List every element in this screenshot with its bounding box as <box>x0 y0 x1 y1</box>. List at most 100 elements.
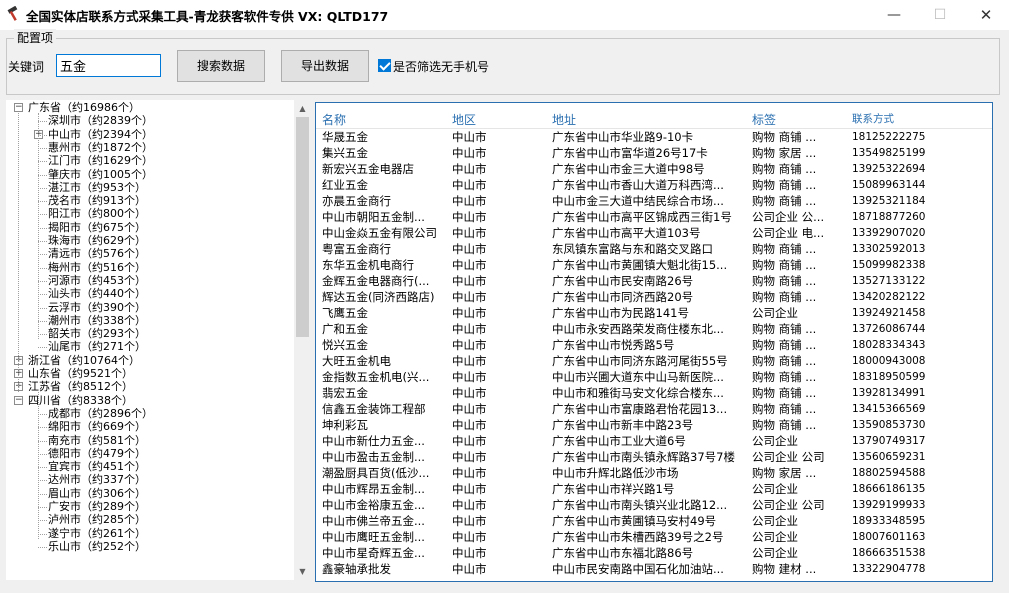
tree-connector <box>38 453 47 455</box>
tree-horizontal-scrollbar[interactable] <box>6 580 311 590</box>
tree-item-label: 山东省（约9521个） <box>28 367 133 380</box>
table-row[interactable]: 中山金焱五金有限公司 中山市 广东省中山市高平大道103号 公司企业 电... 1339… <box>316 225 992 241</box>
table-row[interactable]: 翡宏五金 中山市 中山市和雅街马安文化综合楼东... 购物 商铺 ... 1392813… <box>316 385 992 401</box>
table-row[interactable]: 辉达五金(同济西路店) 中山市 广东省中山市同济西路20号 购物 商铺 ... 1342… <box>316 289 992 305</box>
table-row[interactable]: 粤富五金商行 中山市 东凤镇东富路与东和路交叉路口 购物 商铺 ... 13302592… <box>316 241 992 257</box>
filter-checkbox-label[interactable]: 是否筛选无手机号 <box>393 58 489 75</box>
cell-tags: 购物 商铺 ... <box>752 386 817 400</box>
collapse-icon[interactable]: − <box>14 103 23 112</box>
cell-tags: 购物 商铺 ... <box>752 274 817 288</box>
col-header-name[interactable]: 名称 <box>322 111 448 128</box>
scroll-up-arrow-icon[interactable]: ▲ <box>294 100 311 117</box>
tree-connector <box>38 227 47 229</box>
results-listview[interactable]: 名称 地区 地址 标签 联系方式 华晟五金 中山市 广东省中山市华业路9-10卡 购物… <box>315 102 993 582</box>
cell-name: 中山市盈击五金制... <box>322 450 425 464</box>
table-row[interactable]: 红业五金 中山市 广东省中山市香山大道万科西湾... 购物 商铺 ... 1508996… <box>316 177 992 193</box>
tree-connector <box>38 241 47 242</box>
minimize-button[interactable]: — <box>871 0 917 30</box>
cell-region: 中山市 <box>452 530 487 544</box>
tree-item-label: 汕尾市（约271个） <box>48 340 146 354</box>
table-row[interactable]: 中山市星奇辉五金... 中山市 广东省中山市东福北路86号 公司企业 186663515… <box>316 545 992 561</box>
scroll-thumb[interactable] <box>296 117 309 337</box>
tree-item-label: 成都市（约2896个） <box>48 406 153 420</box>
table-row[interactable]: 金辉五金电器商行(... 中山市 广东省中山市民安南路26号 购物 商铺 ... 135… <box>316 273 992 289</box>
tree-connector <box>38 294 47 296</box>
table-row[interactable]: 中山市佛兰帝五金... 中山市 广东省中山市黄圃镇马安村49号 公司企业 1893334… <box>316 513 992 529</box>
table-row[interactable]: 金指数五金机电(兴... 中山市 中山市兴圃大道东中山马新医院... 购物 商铺 ..… <box>316 369 992 385</box>
maximize-button[interactable]: ☐ <box>917 0 963 30</box>
col-header-contact[interactable]: 联系方式 <box>852 111 992 126</box>
col-header-region[interactable]: 地区 <box>452 111 548 128</box>
region-tree[interactable]: − 广东省（约16986个） 深圳市（约2839个） + 中山市（约2394个） 惠州市（… <box>6 100 311 580</box>
tree-item-label: 眉山市（约306个） <box>48 486 146 500</box>
cell-region: 中山市 <box>452 258 487 272</box>
cell-address: 广东省中山市高平大道103号 <box>552 226 701 240</box>
table-row[interactable]: 坤利彩瓦 中山市 广东省中山市新丰中路23号 购物 商铺 ... 13590853730 <box>316 417 992 433</box>
tree-connector <box>18 113 19 393</box>
keyword-input[interactable] <box>56 54 161 77</box>
export-button[interactable]: 导出数据 <box>281 50 369 82</box>
table-row[interactable]: 中山市盈击五金制... 中山市 广东省中山市南头镇永辉路37号7楼 公司企业 公司 13… <box>316 449 992 465</box>
table-row[interactable]: 悦兴五金 中山市 广东省中山市悦秀路5号 购物 商铺 ... 18028334343 <box>316 337 992 353</box>
cell-region: 中山市 <box>452 386 487 400</box>
table-row[interactable]: 鑫豪轴承批发 中山市 中山市民安南路中国石化加油站... 购物 建材 ... 13322… <box>316 561 992 577</box>
cell-region: 中山市 <box>452 562 487 576</box>
tree-item-label: 汕头市（约440个） <box>48 287 146 301</box>
tree-item-label: 惠州市（约1872个） <box>48 140 153 154</box>
table-row[interactable]: 广和五金 中山市 中山市永安西路荣发商住楼东北... 购物 商铺 ... 1372608… <box>316 321 992 337</box>
cell-region: 中山市 <box>452 130 487 144</box>
tree-connector <box>38 440 47 442</box>
cell-contact: 13925321184 <box>852 195 926 207</box>
table-row[interactable]: 飞鹰五金 中山市 广东省中山市为民路141号 公司企业 13924921458 <box>316 305 992 321</box>
tree-connector <box>38 113 39 340</box>
table-row[interactable]: 大旺五金机电 中山市 广东省中山市同济东路河尾街55号 购物 商铺 ... 180009… <box>316 353 992 369</box>
tree-item-label: 湛江市（约953个） <box>48 180 146 194</box>
cell-address: 广东省中山市民安南路26号 <box>552 274 694 288</box>
table-row[interactable]: 中山市新仕力五金... 中山市 广东省中山市工业大道6号 公司企业 1379074931… <box>316 433 992 449</box>
cell-region: 中山市 <box>452 482 487 496</box>
list-header: 名称 地区 地址 标签 联系方式 <box>316 105 992 129</box>
table-row[interactable]: 潮盈厨具百货(低沙... 中山市 中山市升辉北路低沙市场 购物 家居 ... 18802… <box>316 465 992 481</box>
table-row[interactable]: 新宏兴五金电器店 中山市 广东省中山市金三大道中98号 购物 商铺 ... 139253… <box>316 161 992 177</box>
scroll-down-arrow-icon[interactable]: ▼ <box>294 563 311 580</box>
col-header-address[interactable]: 地址 <box>552 111 748 128</box>
table-row[interactable]: 信鑫五金装饰工程部 中山市 广东省中山市富康路君怡花园13... 购物 商铺 ... 1… <box>316 401 992 417</box>
cell-name: 亦晨五金商行 <box>322 194 391 208</box>
collapse-icon[interactable]: − <box>14 395 23 405</box>
tree-connector <box>38 347 47 349</box>
cell-tags: 购物 商铺 ... <box>752 338 817 352</box>
cell-tags: 购物 家居 ... <box>752 466 817 480</box>
cell-tags: 购物 商铺 ... <box>752 178 817 192</box>
cell-address: 广东省中山市南头镇永辉路37号7楼 <box>552 450 735 464</box>
cell-address: 中山市和雅街马安文化综合楼东... <box>552 386 724 400</box>
table-row[interactable]: 中山市金裕康五金... 中山市 广东省中山市南头镇兴业北路12... 公司企业 公司 1… <box>316 497 992 513</box>
tree-item-label: 潮州市（约338个） <box>48 313 146 327</box>
tree-connector <box>38 533 47 535</box>
col-header-tags[interactable]: 标签 <box>752 111 848 128</box>
filter-checkbox[interactable] <box>378 59 391 72</box>
tree-vertical-scrollbar[interactable]: ▲ ▼ <box>294 100 311 580</box>
cell-contact: 18007601163 <box>852 531 926 543</box>
search-button[interactable]: 搜索数据 <box>177 50 265 82</box>
table-row[interactable]: 集兴五金 中山市 广东省中山市富华道26号17卡 购物 家居 ... 135498251… <box>316 145 992 161</box>
cell-name: 东华五金机电商行 <box>322 258 414 272</box>
close-button[interactable]: ✕ <box>963 0 1009 30</box>
cell-name: 粤富五金商行 <box>322 242 391 256</box>
cell-address: 中山市兴圃大道东中山马新医院... <box>552 370 724 384</box>
cell-tags: 公司企业 <box>752 306 798 320</box>
cell-address: 广东省中山市工业大道6号 <box>552 434 686 448</box>
table-row[interactable]: 中山市辉昂五金制... 中山市 广东省中山市祥兴路1号 公司企业 18666186135 <box>316 481 992 497</box>
table-row[interactable]: 华晟五金 中山市 广东省中山市华业路9-10卡 购物 商铺 ... 1812522227… <box>316 129 992 145</box>
cell-region: 中山市 <box>452 466 487 480</box>
tree-item-label: 揭阳市（约675个） <box>48 220 146 234</box>
cell-name: 中山市辉昂五金制... <box>322 482 425 496</box>
cell-name: 金辉五金电器商行(... <box>322 274 430 288</box>
table-row[interactable]: 东华五金机电商行 中山市 广东省中山市黄圃镇大魁北街15... 购物 商铺 ... 15… <box>316 257 992 273</box>
table-row[interactable]: 中山市朝阳五金制... 中山市 广东省中山市高平区锦成西三街1号 公司企业 公... 1… <box>316 209 992 225</box>
window-title: 全国实体店联系方式采集工具-青龙获客软件专供 VX: QLTD177 <box>26 9 389 24</box>
cell-contact: 13560659231 <box>852 451 926 463</box>
table-row[interactable]: 亦晨五金商行 中山市 中山市金三大道中结民综合市场... 购物 商铺 ... 13925… <box>316 193 992 209</box>
table-row[interactable]: 中山市鹰旺五金制... 中山市 广东省中山市朱槽西路39号之2号 公司企业 180076… <box>316 529 992 545</box>
cell-name: 悦兴五金 <box>322 338 368 352</box>
tree-connector <box>38 520 47 522</box>
